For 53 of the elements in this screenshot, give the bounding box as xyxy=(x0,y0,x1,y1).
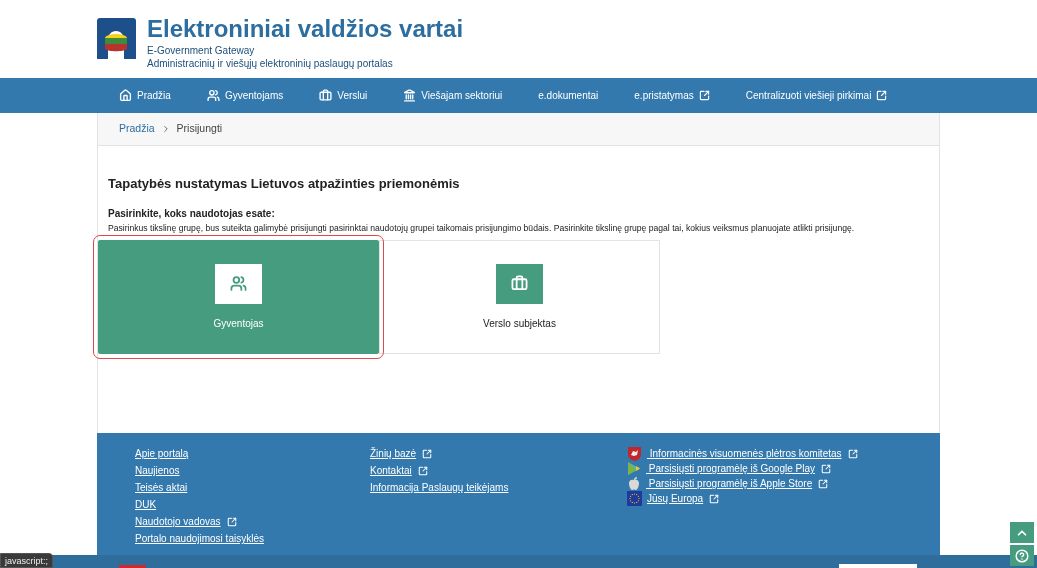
external-link-icon xyxy=(847,448,858,459)
nav-link[interactable]: e.dokumentai xyxy=(538,88,599,103)
page-heading: Tapatybės nustatymas Lietuvos atpažinties priemonėmis xyxy=(108,175,461,193)
external-link-icon xyxy=(820,463,831,474)
breadcrumb-item[interactable]: Pradžia xyxy=(119,121,155,137)
footer-link[interactable]: Naujienos xyxy=(135,463,180,478)
logo-icon xyxy=(96,16,137,61)
description-text: Pasirinkus tikslinę grupę, bus suteikta galimybė prisijungti pasirinktai naudotojų grupei taikomais prisijungimo būdais. Pasirinkite tikslinę grupę pagal tai, kokius veiksmus planuojate atlikti prisijungę. xyxy=(108,221,856,235)
institution-icon xyxy=(403,89,417,102)
briefcase-icon xyxy=(319,89,333,102)
people-icon xyxy=(206,89,220,102)
prompt-text: Pasirinkite, koks naudotojas esate: xyxy=(108,206,276,221)
footer-link[interactable]: Apie portalą xyxy=(135,446,189,461)
user-type-card[interactable]: Verslo subjektas xyxy=(379,240,660,355)
footer-link[interactable]: Informacija Paslaugų teikėjams xyxy=(370,480,509,495)
external-link-icon xyxy=(876,90,888,101)
external-link-icon xyxy=(422,448,433,459)
scroll-to-top-button[interactable] xyxy=(1010,522,1034,543)
footer-link[interactable]: Teisės aktai xyxy=(135,480,188,495)
footer-link[interactable]: Informacinės visuomenės plėtros komitetas xyxy=(647,446,858,461)
play-store-icon xyxy=(627,461,641,476)
nav-link[interactable]: Pradžia xyxy=(119,88,171,103)
footer-link[interactable]: Kontaktai xyxy=(370,463,428,478)
breadcrumb-item: Prisijungti xyxy=(176,121,223,137)
external-link-icon xyxy=(698,90,710,101)
site-title: Elektroniniai valdžios vartai xyxy=(147,16,464,42)
apple-icon xyxy=(627,476,641,491)
eu-flag-icon xyxy=(627,491,642,506)
help-button[interactable] xyxy=(1010,545,1034,566)
footer-link[interactable]: DUK xyxy=(135,497,157,512)
footer-link[interactable]: Portalo naudojimosi taisyklės xyxy=(135,531,264,546)
external-link-icon xyxy=(417,465,428,476)
nav-link[interactable]: e.pristatymas xyxy=(634,88,710,103)
help-icon xyxy=(1015,548,1029,563)
external-link-icon xyxy=(226,516,237,527)
site-subtitle: E-Government Gateway xyxy=(147,44,256,57)
external-link-icon xyxy=(818,478,829,489)
footer-link[interactable]: Jūsų Europa xyxy=(647,491,720,506)
nav-link[interactable]: Verslui xyxy=(319,88,368,103)
home-icon xyxy=(119,89,132,102)
footer-link[interactable]: Parsisiųsti programėlę iš Google Play xyxy=(646,461,831,476)
footer-link[interactable]: Žinių bazė xyxy=(370,446,433,461)
nav-link[interactable]: Centralizuoti viešieji pirkimai xyxy=(745,88,888,103)
site-tagline: Administracinių ir viešųjų elektroninių paslaugų portalas xyxy=(147,57,394,70)
coat-of-arms-icon xyxy=(627,446,642,461)
footer-link[interactable]: Parsisiųsti programėlę iš Apple Store xyxy=(646,476,829,491)
external-link-icon xyxy=(709,493,720,504)
nav-link[interactable]: Viešajam sektoriui xyxy=(403,88,503,103)
people-tile-icon xyxy=(215,263,262,304)
status-tooltip: javascript:; xyxy=(0,553,53,568)
briefcase-tile-icon xyxy=(496,263,543,304)
footer-link[interactable]: Naudotojo vadovas xyxy=(135,514,237,529)
nav-link[interactable]: Gyventojams xyxy=(206,88,284,103)
